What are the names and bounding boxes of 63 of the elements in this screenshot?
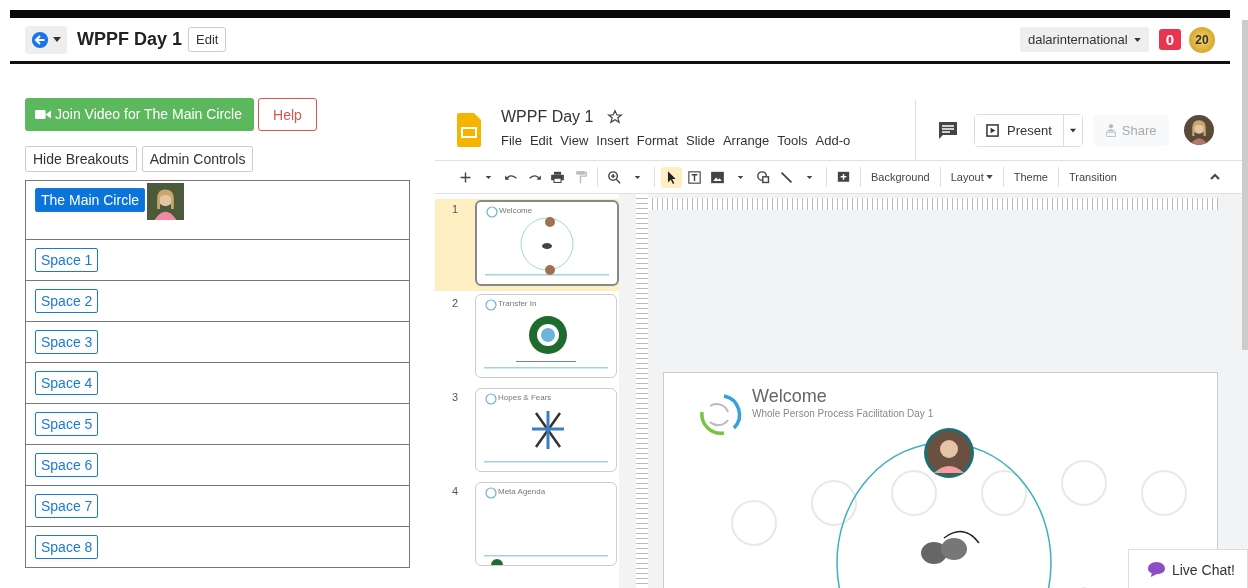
- user-menu[interactable]: dalarinternational: [1019, 27, 1149, 52]
- hide-breakouts-button[interactable]: Hide Breakouts: [25, 146, 137, 172]
- menu-item[interactable]: Format: [636, 131, 684, 150]
- slide-thumbnail[interactable]: Transfer In: [475, 294, 617, 378]
- slide-thumbnail-row[interactable]: 4 Meta Agenda: [435, 481, 619, 575]
- present-button[interactable]: Present: [975, 114, 1064, 146]
- caret-icon: [985, 175, 993, 179]
- menu-item[interactable]: Edit: [529, 131, 559, 150]
- slide-number: 3: [450, 390, 460, 405]
- slide-subtitle: Whole Person Process Facilitation Day 1: [752, 408, 934, 419]
- caret-icon: [1069, 127, 1076, 133]
- page-title: WPPF Day 1: [77, 29, 183, 50]
- menu-item[interactable]: Arrange: [722, 131, 776, 150]
- points-badge: 20: [1189, 26, 1215, 53]
- slide-thumbnail-row[interactable]: 3 Hopes & Fears: [435, 387, 619, 481]
- toolbar-button[interactable]: Transition: [1065, 168, 1121, 186]
- scrollbar[interactable]: [1242, 20, 1248, 350]
- slide-number: 2: [450, 296, 460, 311]
- back-button[interactable]: [25, 25, 67, 54]
- room-button[interactable]: Space 4: [35, 371, 99, 395]
- slide-thumbnail-row[interactable]: 2 Transfer In: [435, 293, 619, 387]
- menu-item[interactable]: File: [501, 131, 528, 150]
- room-button[interactable]: Space 2: [35, 289, 99, 313]
- caret-icon: [1133, 37, 1141, 42]
- thumbnail-title: Meta Agenda: [498, 487, 546, 496]
- menu-item[interactable]: View: [560, 131, 595, 150]
- help-button[interactable]: Help: [258, 98, 317, 131]
- toolbar-button[interactable]: Background: [867, 168, 934, 186]
- chat-bubble-icon: [1146, 561, 1166, 578]
- slide-thumbnail[interactable]: Meta Agenda: [475, 482, 617, 566]
- toolbar-button[interactable]: Theme: [1009, 168, 1052, 186]
- slide-thumbnail[interactable]: Hopes & Fears: [475, 388, 617, 472]
- slide-thumbnail[interactable]: Welcome: [475, 200, 619, 286]
- room-button[interactable]: Space 5: [35, 412, 99, 436]
- document-title[interactable]: WPPF Day 1: [501, 108, 594, 126]
- room-button[interactable]: The Main Circle: [35, 188, 146, 212]
- caret-icon: [53, 37, 61, 42]
- room-button[interactable]: Space 6: [35, 453, 99, 477]
- thumbnail-title: Transfer In: [498, 299, 537, 308]
- slide-number: 4: [450, 484, 460, 499]
- admin-controls-button[interactable]: Admin Controls: [141, 146, 254, 172]
- room-button[interactable]: Space 7: [35, 494, 99, 518]
- live-chat-button[interactable]: Live Chat!: [1127, 549, 1248, 588]
- pointer-icon[interactable]: [661, 166, 682, 188]
- menu-item[interactable]: Insert: [596, 131, 635, 150]
- room-button[interactable]: Space 1: [35, 248, 99, 272]
- edit-button[interactable]: Edit: [188, 27, 227, 52]
- thumbnail-title: Welcome: [499, 206, 533, 215]
- slide-number: 1: [450, 202, 460, 217]
- thumbnail-title: Hopes & Fears: [498, 393, 552, 402]
- slide-thumbnail-row[interactable]: 1 Welcome: [435, 199, 619, 291]
- slide-title: Welcome: [752, 386, 827, 407]
- video-camera-icon: [35, 108, 51, 120]
- menu-item[interactable]: Slide: [686, 131, 721, 150]
- play-box-icon: [986, 123, 999, 137]
- star-icon[interactable]: [607, 109, 624, 125]
- menu-item[interactable]: Add-o: [815, 131, 857, 150]
- notification-count[interactable]: 0: [1158, 29, 1181, 50]
- comment-icon[interactable]: [938, 120, 958, 140]
- menu-item[interactable]: Tools: [777, 131, 814, 150]
- room-button[interactable]: Space 8: [35, 535, 99, 559]
- toolbar-button[interactable]: Layout: [946, 168, 997, 186]
- room-button[interactable]: Space 3: [35, 330, 99, 354]
